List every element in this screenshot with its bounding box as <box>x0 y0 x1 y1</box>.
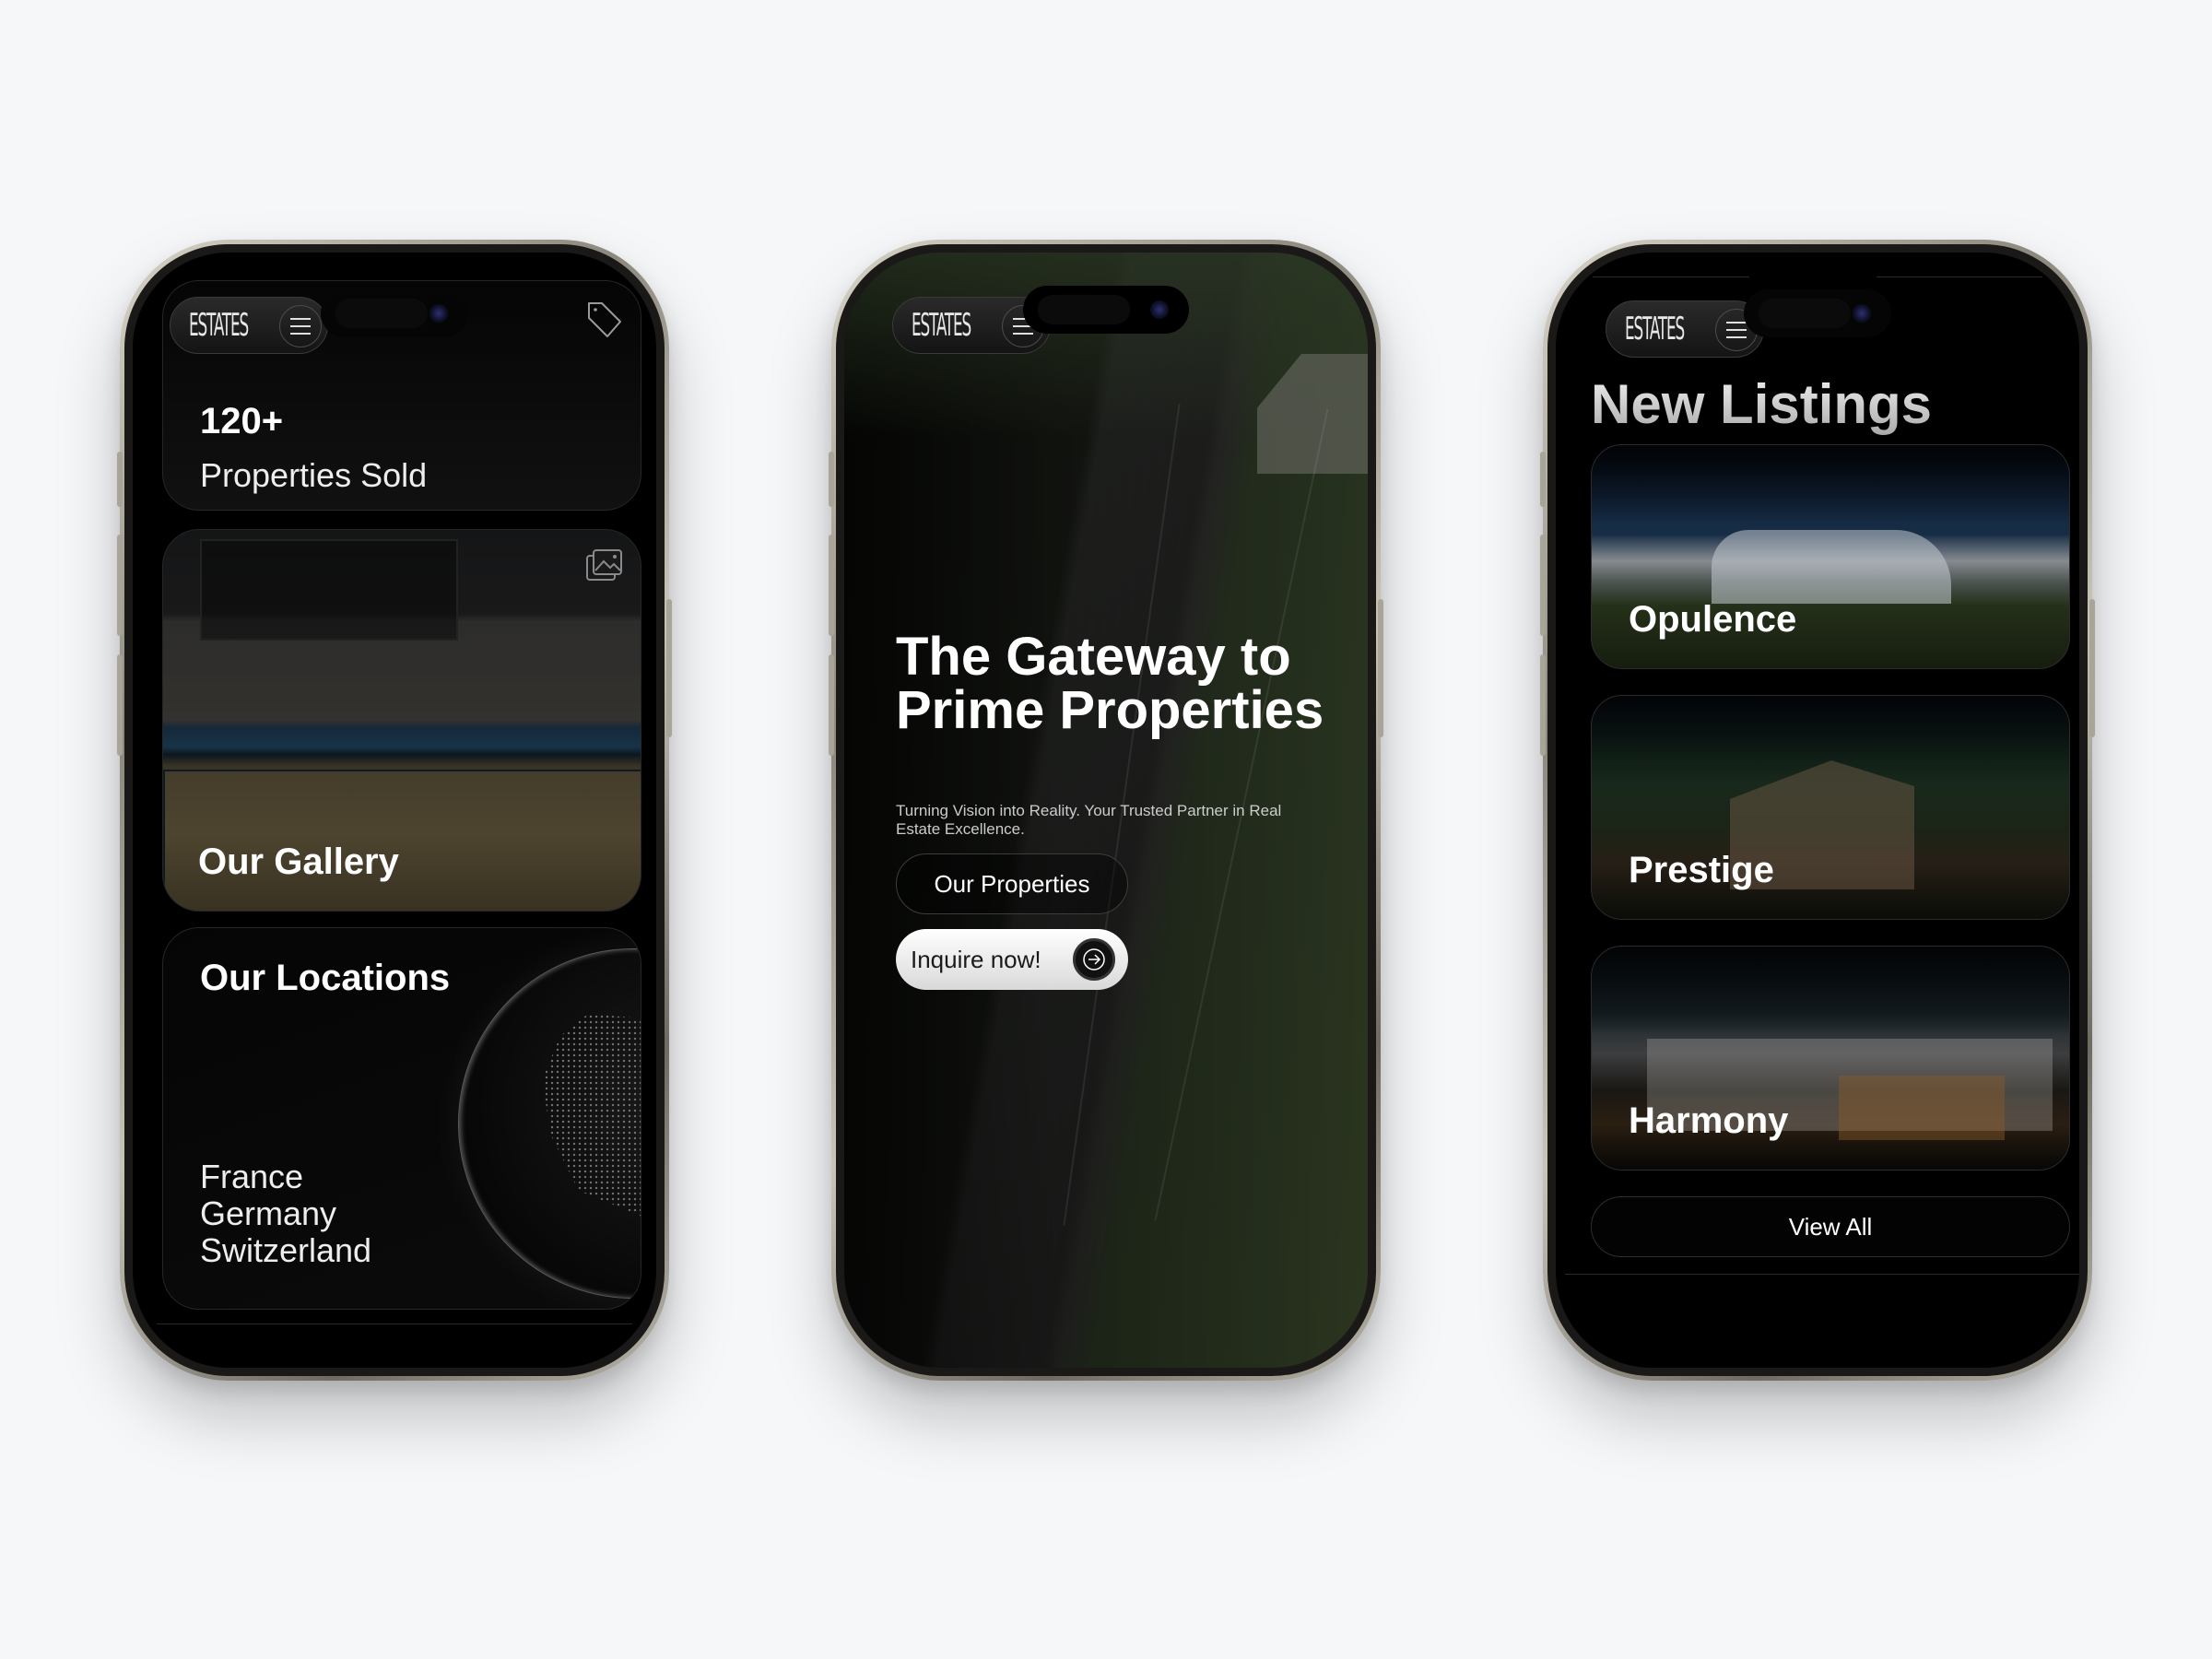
listing-card[interactable]: Harmony <box>1591 946 2070 1171</box>
phone-screen: ESTATES The Gateway to Prime Properties … <box>844 253 1368 1368</box>
dynamic-island <box>321 289 468 337</box>
gallery-card[interactable]: Our Gallery <box>162 529 641 912</box>
inquire-now-button[interactable]: Inquire now! <box>896 929 1128 990</box>
globe-graphic <box>458 948 641 1299</box>
inquire-label: Inquire now! <box>911 945 1041 973</box>
phone-mockup-stats: 120+ Properties Sold ESTATES Our Gallery… <box>117 240 672 1381</box>
hero-title: The Gateway to Prime Properties <box>896 627 1324 740</box>
locations-list: France Germany Switzerland <box>200 1159 371 1269</box>
listing-card[interactable]: Prestige <box>1591 695 2070 920</box>
dynamic-island <box>1744 289 1891 337</box>
tag-icon[interactable] <box>583 300 624 340</box>
our-properties-button[interactable]: Our Properties <box>896 853 1128 914</box>
location-item[interactable]: Switzerland <box>200 1232 371 1269</box>
arrow-right-icon <box>1073 938 1115 981</box>
dynamic-island <box>1023 286 1189 334</box>
brand-logo[interactable]: ESTATES <box>1625 311 1685 347</box>
images-icon[interactable] <box>585 548 624 582</box>
listing-card[interactable]: Opulence <box>1591 444 2070 669</box>
menu-button[interactable] <box>279 305 322 347</box>
listing-name: Opulence <box>1629 599 1797 640</box>
locations-card[interactable]: Our Locations France Germany Switzerland <box>162 927 641 1310</box>
gallery-title: Our Gallery <box>198 841 399 882</box>
new-listings-title: New Listings <box>1591 373 1933 435</box>
stat-label: Properties Sold <box>200 456 428 494</box>
phone-screen: ESTATES New Listings Opulence Prestige H… <box>1556 253 2079 1368</box>
stat-value: 120+ <box>200 401 284 441</box>
location-item[interactable]: Germany <box>200 1195 371 1232</box>
locations-title: Our Locations <box>200 958 451 998</box>
hamburger-icon <box>1726 322 1747 324</box>
hero-subtitle: Turning Vision into Reality. Your Truste… <box>896 802 1282 838</box>
hamburger-icon <box>290 318 311 320</box>
brand-logo[interactable]: ESTATES <box>912 307 971 344</box>
phone-screen: 120+ Properties Sold ESTATES Our Gallery… <box>133 253 656 1368</box>
listing-name: Prestige <box>1629 850 1774 890</box>
listing-name: Harmony <box>1629 1100 1789 1141</box>
divider <box>1565 1274 2079 1275</box>
view-all-button[interactable]: View All <box>1591 1196 2070 1257</box>
brand-logo[interactable]: ESTATES <box>189 307 249 344</box>
header-logo-pill: ESTATES <box>170 297 328 354</box>
header-logo-pill: ESTATES <box>1606 300 1764 358</box>
phone-mockup-hero: ESTATES The Gateway to Prime Properties … <box>829 240 1383 1381</box>
location-item[interactable]: France <box>200 1159 371 1195</box>
phone-mockup-listings: ESTATES New Listings Opulence Prestige H… <box>1540 240 2095 1381</box>
